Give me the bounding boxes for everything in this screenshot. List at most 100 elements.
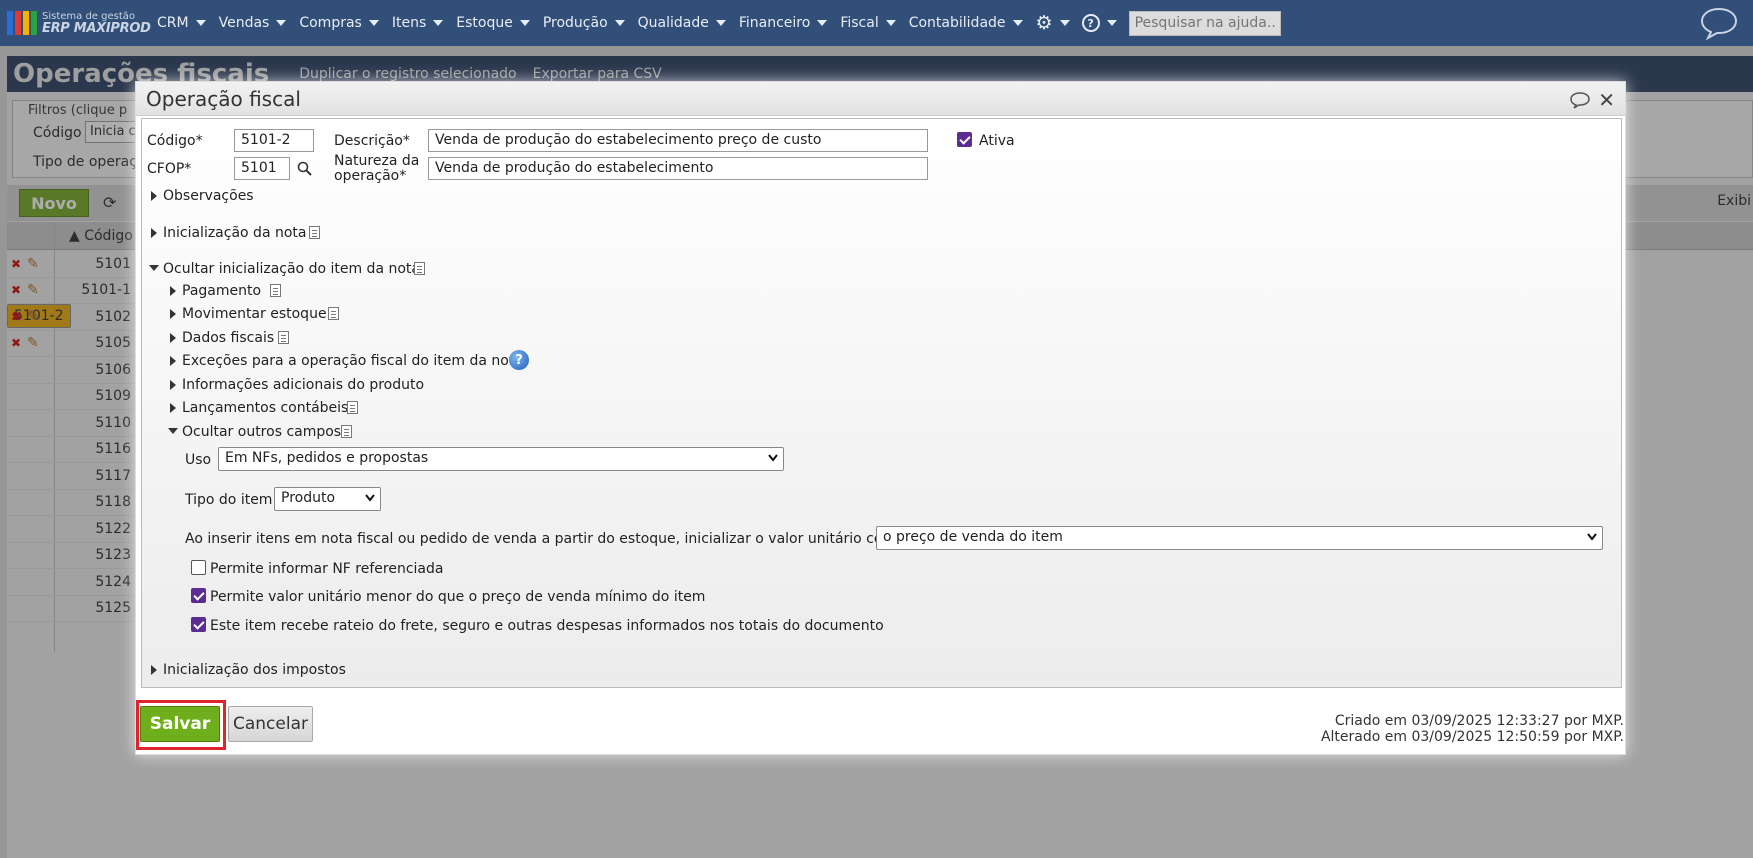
- chevron-down-icon: [1012, 20, 1023, 26]
- document-icon[interactable]: [414, 262, 425, 275]
- menu-item-label: Qualidade: [637, 15, 709, 31]
- app-logo[interactable]: Sistema de gestão ERP MAXIPROD: [7, 11, 157, 35]
- help-search-input[interactable]: [1128, 10, 1281, 36]
- chevron-down-icon: [365, 494, 375, 502]
- collapse-icon[interactable]: [168, 428, 178, 434]
- logo-line2: ERP MAXIPROD: [42, 21, 151, 36]
- tipo-item-select[interactable]: Produto: [274, 487, 381, 511]
- chevron-down-icon: [195, 20, 206, 26]
- expand-icon[interactable]: [170, 309, 176, 319]
- menu-item-label: Estoque: [456, 15, 513, 31]
- menu-item-label: Compras: [299, 15, 362, 31]
- save-button[interactable]: Salvar: [140, 706, 220, 742]
- cfop-input[interactable]: 5101: [234, 157, 290, 180]
- subsection-excecoes[interactable]: Exceções para a operação fiscal do item …: [182, 353, 523, 369]
- section-inicializacao-impostos[interactable]: Inicialização dos impostos: [163, 662, 346, 678]
- close-icon[interactable]: ✕: [1598, 88, 1615, 112]
- descricao-input[interactable]: Venda de produção do estabelecimento pre…: [428, 129, 928, 152]
- ativa-label: Ativa: [979, 133, 1015, 149]
- document-icon[interactable]: [347, 401, 358, 414]
- chevron-down-icon: [368, 20, 379, 26]
- collapse-icon[interactable]: [149, 265, 159, 271]
- updated-info: Alterado em 03/09/2025 12:50:59 por MXP.: [1320, 729, 1624, 745]
- document-icon[interactable]: [278, 331, 289, 344]
- cfop-label: CFOP*: [147, 161, 192, 177]
- chevron-down-icon: [433, 20, 444, 26]
- menu-item-estoque[interactable]: Estoque: [456, 15, 530, 31]
- rateio-frete-checkbox[interactable]: [191, 617, 206, 632]
- top-navigation-bar: Sistema de gestão ERP MAXIPROD CRM Vendas…: [0, 0, 1753, 46]
- menu-item-fiscal[interactable]: Fiscal: [840, 15, 896, 31]
- menu-item-vendas[interactable]: Vendas: [219, 15, 287, 31]
- section-inicializacao-nota[interactable]: Inicialização da nota: [163, 225, 306, 241]
- nf-referenciada-label: Permite informar NF referenciada: [210, 561, 444, 577]
- dialog-footer: Salvar Cancelar Criado em 03/09/2025 12:…: [136, 692, 1627, 754]
- tipo-item-label: Tipo do item: [185, 492, 273, 508]
- chat-icon[interactable]: [1699, 6, 1739, 40]
- expand-icon[interactable]: [170, 286, 176, 296]
- main-menu: CRM Vendas Compras Itens Estoque Produção Qual…: [157, 0, 1036, 46]
- document-icon[interactable]: [309, 226, 320, 239]
- menu-item-label: Vendas: [218, 15, 270, 31]
- subsection-lancamentos-contabeis[interactable]: Lançamentos contábeis: [182, 400, 348, 416]
- help-icon[interactable]: ?: [509, 350, 529, 370]
- document-icon[interactable]: [341, 425, 352, 438]
- subsection-pagamento[interactable]: Pagamento: [182, 283, 261, 299]
- menu-item-financeiro[interactable]: Financeiro: [738, 15, 828, 31]
- dialog-body: Código* 5101-2 Descrição* Venda de produ…: [141, 118, 1622, 688]
- menu-item-itens[interactable]: Itens: [391, 15, 444, 31]
- menu-item-producao[interactable]: Produção: [543, 15, 625, 31]
- comment-icon[interactable]: [1569, 91, 1591, 109]
- menu-item-qualidade[interactable]: Qualidade: [638, 15, 726, 31]
- chevron-down-icon: [1059, 20, 1070, 26]
- section-observacoes[interactable]: Observações: [163, 188, 254, 204]
- document-icon[interactable]: [328, 307, 339, 320]
- document-icon[interactable]: [270, 284, 281, 297]
- expand-icon[interactable]: [170, 356, 176, 366]
- created-info: Criado em 03/09/2025 12:33:27 por MXP.: [1334, 713, 1624, 729]
- expand-icon[interactable]: [151, 665, 157, 675]
- fiscal-operation-dialog: Operação fiscal ✕ Código* 5101-2 Descriç…: [135, 81, 1626, 755]
- menu-item-label: Contabilidade: [908, 15, 1006, 31]
- subsection-dados-fiscais[interactable]: Dados fiscais: [182, 330, 274, 346]
- menu-item-label: Financeiro: [738, 15, 811, 31]
- dialog-title: Operação fiscal: [146, 86, 301, 111]
- inserir-select[interactable]: o preço de venda do item: [876, 526, 1603, 550]
- expand-icon[interactable]: [151, 228, 157, 238]
- chevron-down-icon: [1106, 20, 1117, 26]
- dialog-header: Operação fiscal: [136, 82, 1625, 116]
- chevron-down-icon: [276, 20, 287, 26]
- natureza-label: Natureza da operação*: [334, 153, 420, 184]
- chevron-down-icon: [885, 20, 896, 26]
- settings-menu[interactable]: ⚙: [1036, 12, 1070, 34]
- subsection-movimentar-estoque[interactable]: Movimentar estoque: [182, 306, 327, 322]
- search-icon[interactable]: [297, 161, 312, 176]
- chevron-down-icon: [768, 454, 778, 462]
- expand-icon[interactable]: [170, 380, 176, 390]
- help-menu[interactable]: ?: [1081, 14, 1117, 32]
- menu-item-label: Itens: [391, 15, 427, 31]
- uso-select[interactable]: Em NFs, pedidos e propostas: [218, 447, 784, 471]
- menu-item-label: Fiscal: [840, 15, 879, 31]
- natureza-input[interactable]: Venda de produção do estabelecimento: [428, 157, 928, 180]
- menu-item-compras[interactable]: Compras: [299, 15, 379, 31]
- subsection-ocultar-outros-campos[interactable]: Ocultar outros campos: [182, 424, 341, 440]
- menu-item-contabilidade[interactable]: Contabilidade: [909, 15, 1023, 31]
- menu-item-label: Produção: [542, 15, 608, 31]
- valor-minimo-checkbox[interactable]: [191, 588, 206, 603]
- nf-referenciada-checkbox[interactable]: [191, 560, 206, 575]
- chevron-down-icon: [715, 20, 726, 26]
- codigo-input[interactable]: 5101-2: [234, 129, 314, 152]
- subsection-informacoes-adicionais[interactable]: Informações adicionais do produto: [182, 377, 424, 393]
- ativa-checkbox[interactable]: [957, 132, 972, 147]
- menu-item-crm[interactable]: CRM: [157, 15, 206, 31]
- help-icon: ?: [1081, 14, 1100, 32]
- uso-label: Uso: [185, 452, 212, 468]
- chevron-down-icon: [519, 20, 530, 26]
- expand-icon[interactable]: [170, 403, 176, 413]
- chevron-down-icon: [614, 20, 625, 26]
- expand-icon[interactable]: [151, 191, 157, 201]
- section-ocultar-item-nota[interactable]: Ocultar inicialização do item da nota: [163, 261, 420, 277]
- expand-icon[interactable]: [170, 333, 176, 343]
- cancel-button[interactable]: Cancelar: [228, 706, 313, 742]
